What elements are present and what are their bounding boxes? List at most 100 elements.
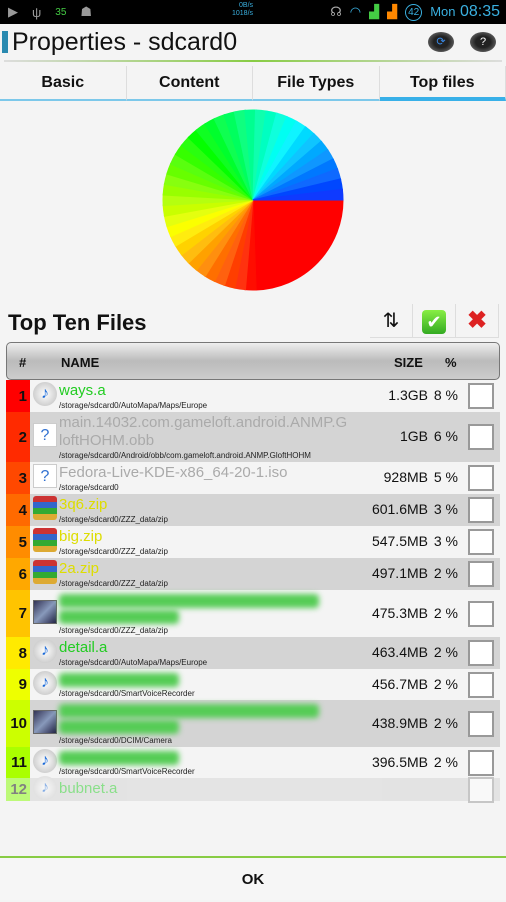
column-rank[interactable]: # [19,355,26,370]
rank-number: 10 [6,700,30,747]
file-size: 475.3MB [372,605,428,621]
tab-bar: Basic Content File Types Top files [0,66,506,101]
music-file-icon: ♪ [33,382,57,406]
clear-selection-button[interactable]: ✖ [456,304,499,338]
rank-number: 3 [6,462,30,494]
signal-icon: ▟ [387,4,397,20]
file-path: /storage/sdcard0/ZZZ_data/zip [59,547,349,556]
pie-chart [160,104,346,296]
blurred-file-name [59,704,319,718]
rank-number: 11 [6,747,30,778]
table-row[interactable]: 10 /storage/sdcard0/DCIM/Camera 438.9MB … [6,700,500,747]
network-speed: 0B/s1018/s [232,2,253,18]
select-checkbox[interactable] [468,529,494,555]
tab-content[interactable]: Content [127,66,254,101]
file-path: /storage/sdcard0/SmartVoiceRecorder [59,767,349,776]
status-bar: ▶ψ35☗ 0B/s1018/s ☊◠▟▟42Mon 08:35 [0,0,506,24]
table-row[interactable]: 2 ? main.14032.com.gameloft.android.ANMP… [6,412,500,462]
file-percent: 8 % [434,387,458,403]
table-row[interactable]: 7 /storage/sdcard0/ZZZ_data/zip 475.3MB … [6,590,500,637]
file-name: 2a.zip [59,560,349,578]
blurred-file-name [59,751,179,765]
file-percent: 2 % [434,676,458,692]
table-row[interactable]: 5 big.zip/storage/sdcard0/ZZZ_data/zip 5… [6,526,500,558]
file-path: /storage/sdcard0/SmartVoiceRecorder [59,689,349,698]
select-checkbox[interactable] [468,465,494,491]
column-percent[interactable]: % [445,355,457,370]
file-size: 547.5MB [372,533,428,549]
refresh-icon[interactable]: ⟳ [428,32,454,52]
ok-button[interactable]: OK [0,856,506,900]
file-percent: 6 % [434,428,458,444]
select-checkbox[interactable] [468,561,494,587]
file-size: 1GB [400,428,428,444]
select-checkbox[interactable] [468,640,494,666]
title-accent [2,31,8,53]
file-path: /storage/sdcard0 [59,483,349,492]
close-x-icon: ✖ [467,307,487,334]
unk-file-icon: ? [33,423,57,447]
select-checkbox[interactable] [468,497,494,523]
file-percent: 3 % [434,501,458,517]
table-row[interactable]: 8 ♪ detail.a/storage/sdcard0/AutoMapa/Ma… [6,637,500,669]
file-percent: 2 % [434,565,458,581]
file-size: 438.9MB [372,715,428,731]
file-path: /storage/sdcard0/ZZZ_data/zip [59,579,349,588]
file-path: /storage/sdcard0/DCIM/Camera [59,736,349,745]
file-path: /storage/sdcard0/ZZZ_data/zip [59,515,349,524]
file-list[interactable]: 1 ♪ ways.a/storage/sdcard0/AutoMapa/Maps… [6,380,500,852]
file-size: 463.4MB [372,644,428,660]
rank-number: 9 [6,669,30,700]
select-checkbox[interactable] [468,424,494,450]
column-name[interactable]: NAME [61,355,99,370]
select-checkbox[interactable] [468,601,494,627]
select-all-button[interactable]: ✔ [413,304,456,338]
file-name: bubnet.a [59,780,349,798]
select-checkbox[interactable] [468,750,494,776]
table-row[interactable]: 4 3q6.zip/storage/sdcard0/ZZZ_data/zip 6… [6,494,500,526]
file-size: 456.7MB [372,676,428,692]
android-icon: ☗ [80,4,92,20]
unk-file-icon: ? [33,464,57,488]
tab-file-types[interactable]: File Types [253,66,380,101]
file-size: 396.5MB [372,754,428,770]
table-row[interactable]: 1 ♪ ways.a/storage/sdcard0/AutoMapa/Maps… [6,380,500,412]
vid-file-icon [33,710,57,734]
file-name: Fedora-Live-KDE-x86_64-20-1.iso [59,464,349,482]
table-header: # NAME SIZE % [6,342,500,380]
table-row[interactable]: 12 ♪ bubnet.a [6,778,500,801]
blurred-file-name [59,594,319,608]
divider [4,60,502,62]
column-size[interactable]: SIZE [394,355,423,370]
select-checkbox[interactable] [468,777,494,803]
table-row[interactable]: 9 ♪ /storage/sdcard0/SmartVoiceRecorder … [6,669,500,700]
zip-file-icon [33,560,57,584]
blurred-file-name [59,610,179,624]
file-size: 601.6MB [372,501,428,517]
music-file-icon: ♪ [33,671,57,695]
rank-number: 2 [6,412,30,462]
table-row[interactable]: 11 ♪ /storage/sdcard0/SmartVoiceRecorder… [6,747,500,778]
select-checkbox[interactable] [468,672,494,698]
file-percent: 3 % [434,533,458,549]
clock: Mon 08:35 [430,3,500,21]
music-file-icon: ♪ [33,776,57,800]
help-button[interactable]: ? [470,32,496,52]
rank-number: 4 [6,494,30,526]
tab-top-files[interactable]: Top files [380,66,506,101]
rank-number: 6 [6,558,30,590]
battery-temp: 35 [55,7,66,18]
select-checkbox[interactable] [468,711,494,737]
rank-number: 1 [6,380,30,412]
battery-icon: 42 [405,4,422,21]
select-checkbox[interactable] [468,383,494,409]
table-row[interactable]: 3 ? Fedora-Live-KDE-x86_64-20-1.iso/stor… [6,462,500,494]
tab-basic[interactable]: Basic [0,66,127,101]
title-bar: Properties - sdcard0 ⟳ ? [0,24,506,60]
file-size: 928MB [384,469,428,485]
headset-icon: ☊ [330,4,342,20]
sort-button[interactable]: ⇅ [370,304,413,338]
rank-number: 8 [6,637,30,669]
rank-number: 5 [6,526,30,558]
table-row[interactable]: 6 2a.zip/storage/sdcard0/ZZZ_data/zip 49… [6,558,500,590]
